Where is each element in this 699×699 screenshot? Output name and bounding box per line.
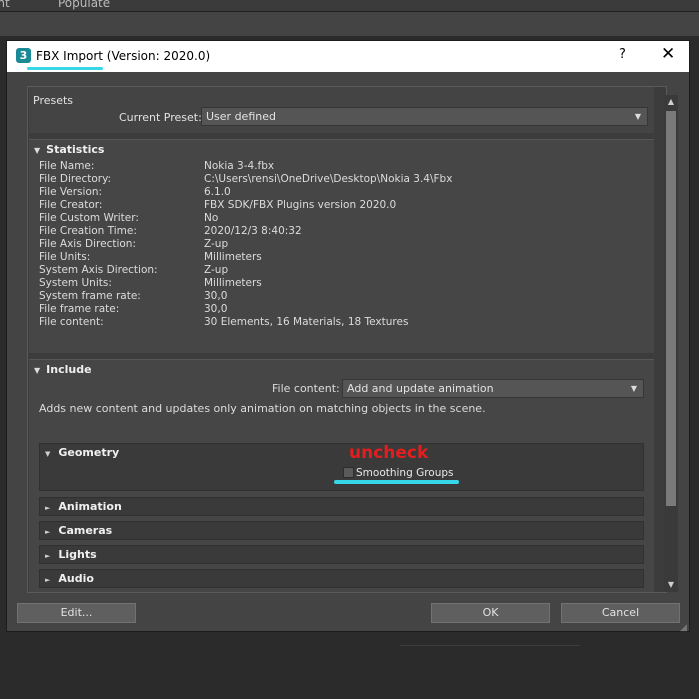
stat-label: File Custom Writer:	[39, 212, 139, 224]
animation-header[interactable]: ► Animation	[45, 500, 122, 513]
dialog-content-panel: Presets Current Preset: User defined ▼ ▼…	[27, 86, 667, 593]
chevron-down-icon: ▼	[634, 112, 641, 121]
stat-value: Millimeters	[204, 277, 262, 289]
file-content-label: File content:	[272, 382, 340, 395]
current-preset-value: User defined	[206, 110, 276, 123]
edit-button[interactable]: Edit...	[17, 603, 136, 623]
expand-triangle-icon: ►	[45, 528, 51, 536]
stat-value: Nokia 3-4.fbx	[204, 160, 275, 172]
stat-label: File Creator:	[39, 199, 103, 211]
geometry-header[interactable]: ▼ Geometry	[45, 446, 119, 459]
collapse-triangle-icon: ▼	[45, 450, 51, 458]
dialog-titlebar[interactable]: 3 FBX Import (Version: 2020.0) ? ✕	[7, 41, 689, 72]
statistics-section: ▼ Statistics File Name: Nokia 3-4.fbx File …	[29, 139, 654, 353]
stat-value: FBX SDK/FBX Plugins version 2020.0	[204, 199, 397, 211]
stat-label: System Units:	[39, 277, 112, 289]
current-preset-label: Current Preset:	[119, 111, 202, 124]
uncheck-annotation: uncheck	[349, 443, 429, 463]
smoothing-groups-label: Smoothing Groups	[356, 467, 454, 479]
cameras-title: Cameras	[58, 524, 113, 537]
expand-triangle-icon: ►	[45, 504, 51, 512]
title-highlight-annotation	[27, 67, 103, 70]
cameras-subsection[interactable]: ► Cameras	[39, 521, 644, 540]
background-menubar: int Populate	[0, 0, 699, 12]
file-content-dropdown[interactable]: Add and update animation ▼	[342, 379, 644, 398]
stat-value: 2020/12/3 8:40:32	[204, 225, 302, 237]
include-description: Adds new content and updates only animat…	[39, 402, 486, 415]
expand-triangle-icon: ►	[45, 576, 51, 584]
stat-value: C:\Users\rensi\OneDrive\Desktop\Nokia 3.…	[204, 173, 453, 185]
current-preset-dropdown[interactable]: User defined ▼	[201, 107, 648, 126]
animation-title: Animation	[58, 500, 122, 513]
stat-value: Z-up	[204, 238, 229, 250]
viewport-grid	[400, 632, 580, 646]
menu-item-left[interactable]: int	[0, 0, 10, 10]
include-header[interactable]: ▼ Include	[34, 363, 92, 376]
stat-label: File Units:	[39, 251, 91, 263]
geometry-title: Geometry	[58, 446, 120, 459]
smoothing-highlight-annotation	[334, 480, 459, 484]
presets-panel: Presets Current Preset: User defined ▼	[29, 87, 654, 133]
app-3dsmax-icon: 3	[16, 48, 31, 63]
presets-title: Presets	[33, 94, 74, 107]
stat-label: System frame rate:	[39, 290, 141, 302]
cameras-header[interactable]: ► Cameras	[45, 524, 112, 537]
cancel-button[interactable]: Cancel	[561, 603, 680, 623]
animation-subsection[interactable]: ► Animation	[39, 497, 644, 516]
lights-header[interactable]: ► Lights	[45, 548, 97, 561]
stat-value: No	[204, 212, 219, 224]
stat-label: File Version:	[39, 186, 103, 198]
resize-grip-icon[interactable]: ◢	[680, 623, 690, 633]
expand-triangle-icon: ►	[45, 552, 51, 560]
audio-header[interactable]: ► Audio	[45, 572, 94, 585]
vertical-scrollbar[interactable]: ▲ ▼	[664, 95, 678, 592]
stat-value: 30,0	[204, 303, 228, 315]
help-icon[interactable]: ?	[619, 47, 626, 62]
scrollbar-thumb[interactable]	[666, 111, 676, 506]
stat-label: File frame rate:	[39, 303, 120, 315]
stat-label: File Creation Time:	[39, 225, 137, 237]
stat-value: 30 Elements, 16 Materials, 18 Textures	[204, 316, 409, 328]
ok-button[interactable]: OK	[431, 603, 550, 623]
include-title: Include	[46, 363, 92, 376]
smoothing-groups-checkbox[interactable]	[343, 467, 354, 478]
file-content-value: Add and update animation	[347, 382, 494, 395]
audio-title: Audio	[58, 572, 94, 585]
include-section: ▼ Include File content: Add and update an…	[29, 359, 654, 592]
lights-subsection[interactable]: ► Lights	[39, 545, 644, 564]
stat-label: File content:	[39, 316, 104, 328]
collapse-triangle-icon: ▼	[34, 366, 41, 375]
stat-label: File Directory:	[39, 173, 112, 185]
collapse-triangle-icon: ▼	[34, 146, 41, 155]
menu-item-populate[interactable]: Populate	[58, 0, 110, 10]
stat-value: 6.1.0	[204, 186, 231, 198]
close-icon[interactable]: ✕	[661, 44, 675, 64]
scroll-up-icon[interactable]: ▲	[665, 96, 677, 108]
background-toolbar	[0, 12, 699, 36]
stat-label: System Axis Direction:	[39, 264, 158, 276]
stat-label: File Axis Direction:	[39, 238, 137, 250]
chevron-down-icon: ▼	[630, 384, 637, 393]
stat-value: Z-up	[204, 264, 229, 276]
stat-value: 30,0	[204, 290, 228, 302]
audio-subsection[interactable]: ► Audio	[39, 569, 644, 588]
fbx-import-dialog: 3 FBX Import (Version: 2020.0) ? ✕ Prese…	[6, 40, 690, 632]
lights-title: Lights	[58, 548, 97, 561]
scroll-down-icon[interactable]: ▼	[665, 579, 677, 591]
statistics-title: Statistics	[46, 143, 105, 156]
statistics-header[interactable]: ▼ Statistics	[34, 143, 104, 156]
dialog-title: FBX Import (Version: 2020.0)	[36, 49, 211, 63]
stat-value: Millimeters	[204, 251, 262, 263]
stat-label: File Name:	[39, 160, 95, 172]
